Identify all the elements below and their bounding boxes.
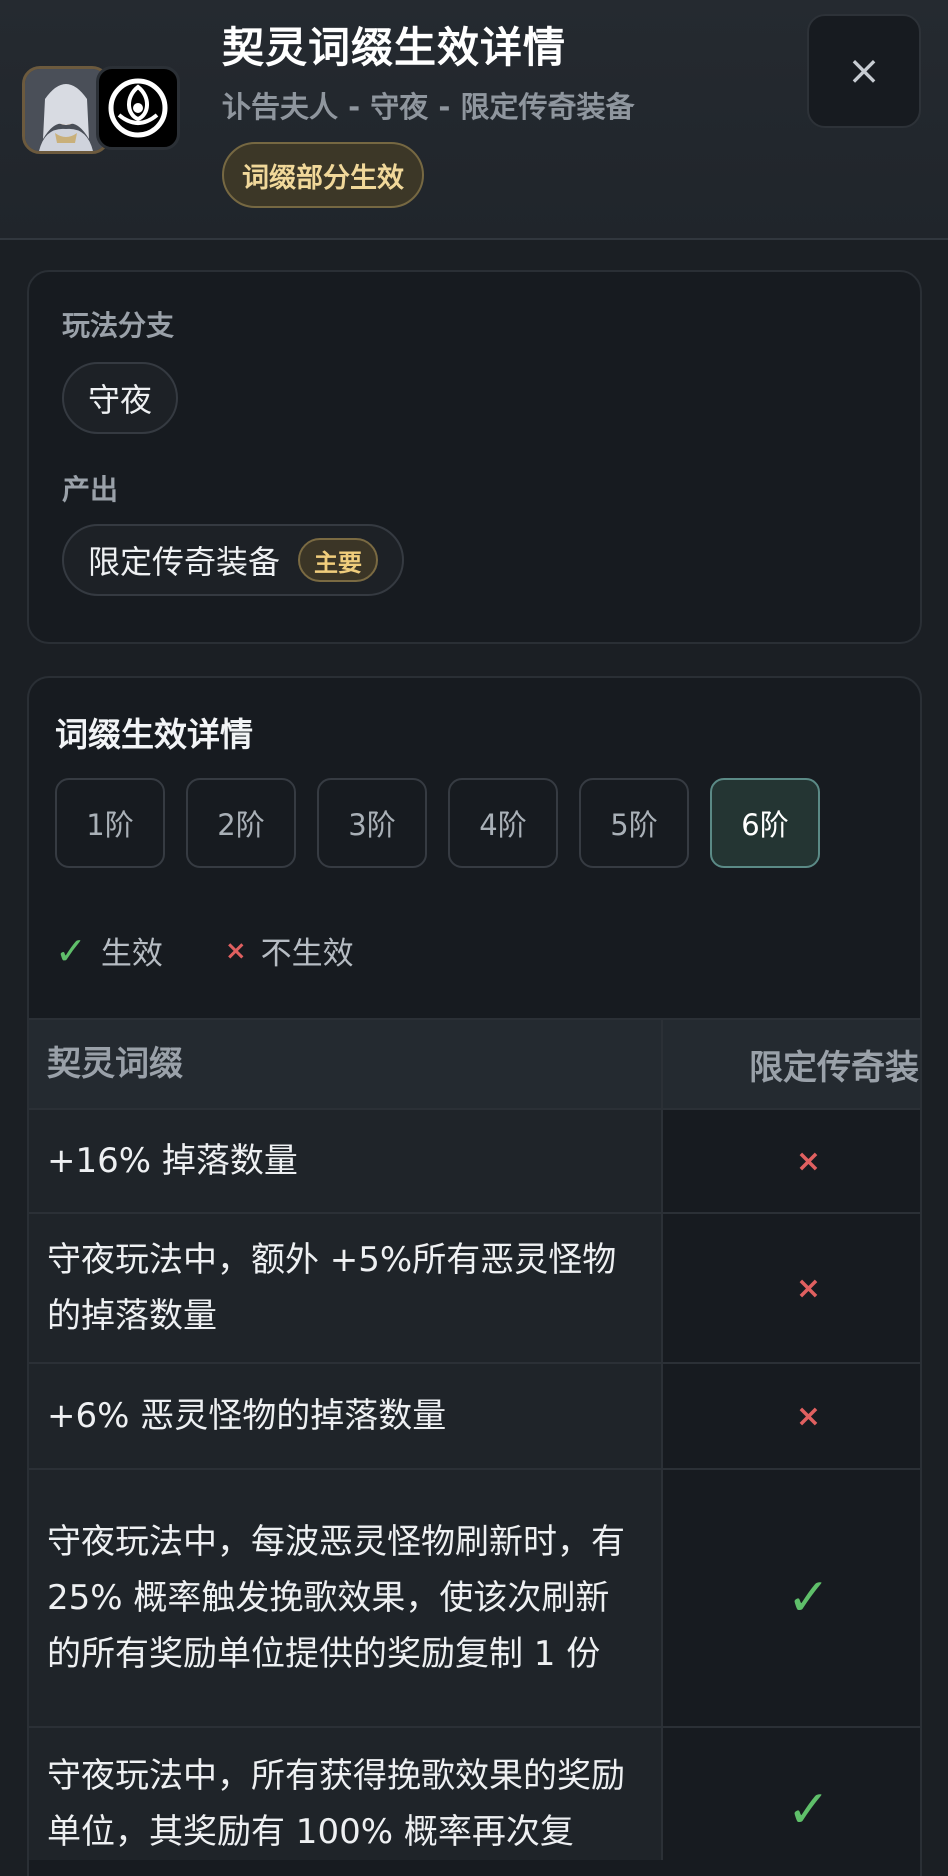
details-card: 词缀生效详情 1阶 2阶 3阶 4阶 5阶 6阶 ✓ 生效 × 不生效 契灵词缀…	[27, 676, 922, 1876]
output-chip: 限定传奇装备 主要	[62, 524, 405, 596]
branch-value: 守夜	[88, 381, 153, 419]
cross-icon: ×	[795, 1143, 822, 1179]
tab-tier-1[interactable]: 1阶	[55, 778, 165, 868]
tier-tabs: 1阶 2阶 3阶 4阶 5阶 6阶	[55, 778, 820, 868]
branch-chip: 守夜	[62, 362, 179, 434]
table-row: +6% 恶灵怪物的掉落数量 ×	[29, 1362, 920, 1468]
cross-icon: ×	[224, 935, 247, 966]
status-badge: 词缀部分生效	[222, 142, 424, 208]
check-icon: ✓	[786, 1568, 831, 1628]
check-icon: ✓	[55, 928, 87, 973]
affix-text: 守夜玩法中，每波恶灵怪物刷新时，有 25% 概率触发挽歌效果，使该次刷新的所有奖…	[29, 1470, 663, 1726]
tab-tier-6[interactable]: 6阶	[710, 778, 820, 868]
tab-tier-2[interactable]: 2阶	[186, 778, 296, 868]
check-icon: ✓	[786, 1780, 831, 1840]
cross-icon: ×	[795, 1270, 822, 1306]
tab-tier-4[interactable]: 4阶	[448, 778, 558, 868]
affix-text: 守夜玩法中，所有获得挽歌效果的奖励单位，其奖励有 100% 概率再次复	[29, 1728, 663, 1860]
table-row: 守夜玩法中，每波恶灵怪物刷新时，有 25% 概率触发挽歌效果，使该次刷新的所有奖…	[29, 1468, 920, 1726]
output-label: 产出	[62, 473, 119, 506]
column-header-affix: 契灵词缀	[29, 1020, 663, 1108]
cross-icon: ×	[795, 1398, 822, 1434]
close-icon: ×	[847, 48, 881, 94]
legend-ineffective-label: 不生效	[260, 936, 354, 972]
output-value: 限定传奇装备	[88, 543, 281, 581]
branch-emblem-icon	[96, 66, 180, 150]
dialog-subtitle: 讣告夫人 - 守夜 - 限定传奇装备	[222, 90, 635, 124]
tab-tier-3[interactable]: 3阶	[317, 778, 427, 868]
affix-text: +6% 恶灵怪物的掉落数量	[29, 1364, 663, 1468]
table-row: 守夜玩法中，额外 +5%所有恶灵怪物的掉落数量 ×	[29, 1212, 920, 1362]
affix-text: 守夜玩法中，额外 +5%所有恶灵怪物的掉落数量	[29, 1214, 663, 1362]
info-card: 玩法分支 守夜 产出 限定传奇装备 主要	[27, 270, 922, 644]
tab-tier-5[interactable]: 5阶	[579, 778, 689, 868]
column-header-equipment: 限定传奇装	[663, 1020, 920, 1108]
section-title: 词缀生效详情	[55, 715, 253, 754]
affix-table: 契灵词缀 限定传奇装 +16% 掉落数量 × 守夜玩法中，额外 +5%所有恶灵怪…	[29, 1018, 920, 1876]
close-button[interactable]: ×	[807, 14, 921, 128]
table-header-row: 契灵词缀 限定传奇装	[29, 1018, 920, 1108]
main-tag: 主要	[298, 538, 379, 582]
dialog-title: 契灵词缀生效详情	[222, 23, 567, 72]
dialog-header: 契灵词缀生效详情 讣告夫人 - 守夜 - 限定传奇装备 词缀部分生效 ×	[0, 0, 948, 240]
table-row: +16% 掉落数量 ×	[29, 1108, 920, 1212]
legend-effective-label: 生效	[100, 936, 163, 972]
affix-text: +16% 掉落数量	[29, 1110, 663, 1212]
legend: ✓ 生效 × 不生效	[55, 928, 354, 973]
table-row: 守夜玩法中，所有获得挽歌效果的奖励单位，其奖励有 100% 概率再次复 ✓	[29, 1726, 920, 1876]
branch-label: 玩法分支	[62, 309, 175, 342]
